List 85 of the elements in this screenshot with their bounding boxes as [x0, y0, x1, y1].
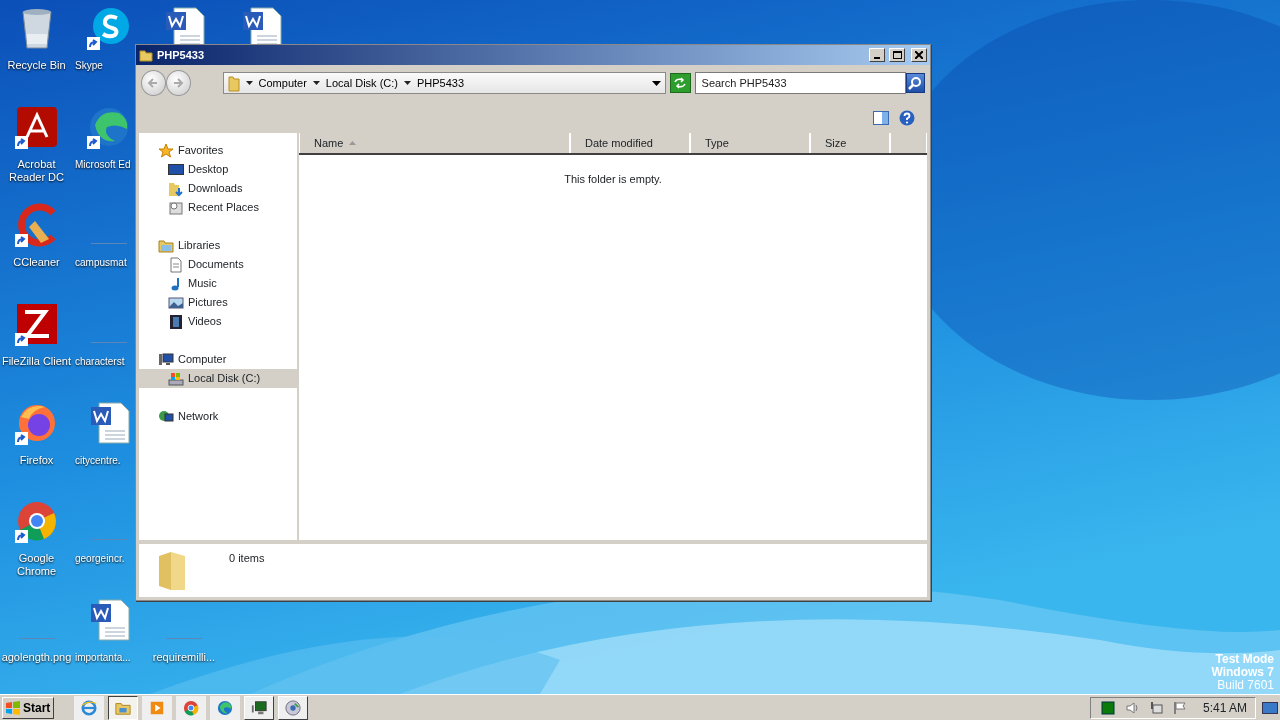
library-folder-icon: [158, 237, 174, 254]
recent-places-icon: [168, 199, 184, 216]
nav-item[interactable]: Desktop: [139, 160, 297, 179]
nav-item[interactable]: Videos: [139, 312, 297, 331]
nav-item[interactable]: Network: [139, 407, 297, 426]
refresh-button[interactable]: [669, 73, 691, 93]
column-header[interactable]: Type: [690, 133, 810, 153]
desktop-icon-label[interactable]: characterst: [75, 354, 125, 368]
desktop-icon-label[interactable]: Firefox: [19, 453, 54, 467]
desktop-icon-label[interactable]: campusmat: [75, 256, 127, 270]
monitor-icon: [168, 161, 184, 178]
nav-item[interactable]: Local Disk (C:): [139, 369, 297, 388]
breadcrumb-item[interactable]: Local Disk (C:): [325, 74, 398, 92]
taskbar-button[interactable]: [108, 695, 139, 720]
nav-item[interactable]: Music: [139, 274, 297, 293]
maximize-icon: [892, 51, 902, 59]
caret-icon: [404, 81, 411, 85]
minimize-icon: [874, 57, 880, 59]
windows-logo-icon: [5, 700, 21, 715]
caret-icon: [312, 81, 320, 85]
search-field[interactable]: Search PHP5433: [694, 72, 906, 94]
desktop-icon-label[interactable]: Microsoft Ed: [75, 157, 131, 171]
breadcrumb-item[interactable]: Computer: [258, 74, 307, 92]
start-button[interactable]: Start: [2, 696, 55, 719]
help-button[interactable]: [899, 108, 915, 126]
nav-item[interactable]: Downloads: [139, 179, 297, 198]
os-watermark-text: Test Mode: [1214, 653, 1274, 666]
desktop-icon-label[interactable]: CCleaner: [13, 256, 60, 270]
show-desktop-button[interactable]: [1262, 699, 1278, 716]
picture-icon: [168, 294, 184, 311]
column-header[interactable]: Date modified: [570, 133, 690, 153]
desktop-icon-label[interactable]: Recycle Bin: [7, 59, 66, 72]
window-title: PHP5433: [157, 47, 205, 63]
help-icon: [899, 109, 915, 126]
pane-icon: [873, 110, 889, 125]
column-header[interactable]: Name: [299, 133, 570, 153]
star-icon: [158, 142, 174, 159]
nav-item[interactable]: Recent Places: [139, 198, 297, 217]
e-browser-icon: [81, 698, 98, 717]
refresh-icon: [673, 77, 688, 89]
os-watermark-text: Windows 7: [1211, 666, 1274, 679]
close-button[interactable]: [911, 48, 927, 62]
network-globe-icon: [158, 408, 174, 425]
download-folder-icon: [168, 180, 184, 197]
caret-icon: [245, 81, 253, 85]
browser-icon: [183, 698, 200, 717]
maximize-button[interactable]: [889, 48, 905, 62]
arrow-icon: [172, 77, 185, 89]
folder-icon: [227, 74, 240, 92]
breadcrumb-item[interactable]: PHP5433: [417, 74, 465, 92]
status-square-icon[interactable]: [1100, 700, 1115, 715]
os-watermark-text: Build 7601: [1216, 679, 1274, 692]
film-icon: [168, 313, 184, 330]
monitor-icon: [251, 698, 268, 717]
desktop-icon-label[interactable]: Skype: [75, 59, 103, 72]
header-filler: [890, 133, 927, 153]
clock[interactable]: 5:41 AM: [1202, 698, 1247, 717]
wave-browser-icon: [217, 698, 234, 717]
desktop-icon-label[interactable]: FileZilla Client: [1, 354, 72, 368]
search-button[interactable]: [905, 73, 925, 93]
speaker-icon[interactable]: [1124, 700, 1139, 715]
nav-item[interactable]: Documents: [139, 255, 297, 274]
close-icon: [915, 51, 923, 59]
column-header[interactable]: Size: [810, 133, 890, 153]
preview-pane-button[interactable]: [873, 108, 889, 126]
empty-folder-message: This folder is empty.: [563, 172, 663, 187]
minimize-button[interactable]: [869, 48, 885, 62]
network-icon[interactable]: [1148, 700, 1163, 715]
monitor-icon: [1262, 701, 1278, 716]
computer-icon: [158, 351, 174, 368]
nav-item[interactable]: Favorites: [139, 141, 297, 160]
nav-item[interactable]: Pictures: [139, 293, 297, 312]
folder-icon: [139, 48, 153, 62]
nav-item[interactable]: Libraries: [139, 236, 297, 255]
arrow-icon: [147, 77, 160, 89]
disc-icon: [285, 698, 302, 717]
document-icon: [168, 256, 184, 273]
item-count: 0 items: [229, 551, 265, 566]
nav-item[interactable]: Computer: [139, 350, 297, 369]
desktop-icon-label[interactable]: Acrobat Reader DC: [0, 157, 73, 184]
drive-icon: [168, 370, 184, 387]
flag-icon[interactable]: [1172, 700, 1187, 715]
search-icon: [908, 76, 923, 90]
dropdown-caret-icon: [651, 80, 661, 86]
address-bar[interactable]: Computer Local Disk (C:) PHP5433: [222, 72, 666, 94]
